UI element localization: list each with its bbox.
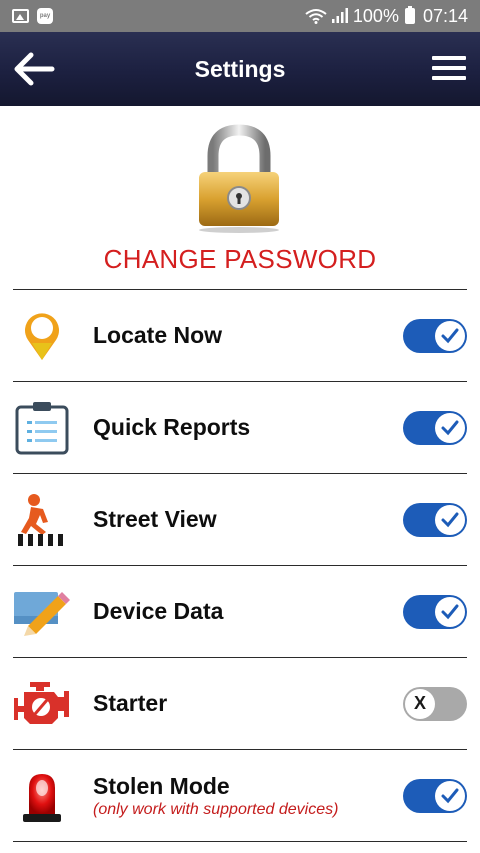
pay-notification-icon: pay (37, 8, 53, 24)
starter-toggle[interactable]: X (403, 686, 467, 721)
stolen-mode-toggle[interactable] (403, 778, 467, 813)
check-icon (441, 604, 459, 619)
setting-label: Quick Reports (93, 414, 251, 440)
page-title: Settings (194, 55, 286, 82)
street-view-toggle[interactable] (403, 502, 467, 537)
pencil-note-icon (13, 583, 71, 641)
check-icon (441, 512, 459, 527)
setting-label: Device Data (93, 598, 224, 624)
arrow-left-icon[interactable] (12, 50, 56, 88)
setting-row-quick-reports: Quick Reports (13, 381, 467, 473)
setting-label: Street View (93, 506, 217, 532)
setting-row-starter: Starter X (13, 657, 467, 749)
hamburger-menu-icon[interactable] (432, 54, 466, 82)
clipboard-icon (13, 399, 71, 457)
siren-icon (13, 767, 71, 825)
change-password-link[interactable]: CHANGE PASSWORD (0, 244, 480, 275)
setting-row-stolen-mode: Stolen Mode (only work with supported de… (13, 749, 467, 841)
map-pin-icon (13, 307, 71, 365)
check-icon (441, 328, 459, 343)
x-icon: X (413, 693, 426, 713)
signal-icon (331, 8, 348, 23)
padlock-icon[interactable] (189, 124, 289, 234)
setting-row-device-data: Device Data (13, 565, 467, 657)
setting-note: (only work with supported devices) (93, 800, 339, 818)
setting-row-street-view: Street View (13, 473, 467, 565)
engine-icon (13, 675, 71, 733)
clock: 07:14 (422, 5, 468, 26)
battery-percent: 100% (352, 5, 399, 26)
wifi-icon (305, 9, 327, 24)
setting-label: Stolen Mode (93, 772, 230, 799)
pedestrian-crossing-icon (13, 491, 71, 549)
locate-now-toggle[interactable] (403, 318, 467, 353)
setting-label: Starter (93, 690, 168, 716)
battery-icon (404, 6, 415, 24)
check-icon (441, 420, 459, 435)
check-icon (441, 788, 459, 803)
device-data-toggle[interactable] (403, 594, 467, 629)
app-bar: Settings (0, 32, 480, 106)
gallery-notification-icon (12, 9, 29, 23)
quick-reports-toggle[interactable] (403, 410, 467, 445)
status-bar: pay 100% 07:14 (0, 0, 480, 32)
list-divider (13, 841, 467, 842)
setting-label: Locate Now (93, 322, 223, 348)
setting-row-locate-now: Locate Now (13, 289, 467, 381)
